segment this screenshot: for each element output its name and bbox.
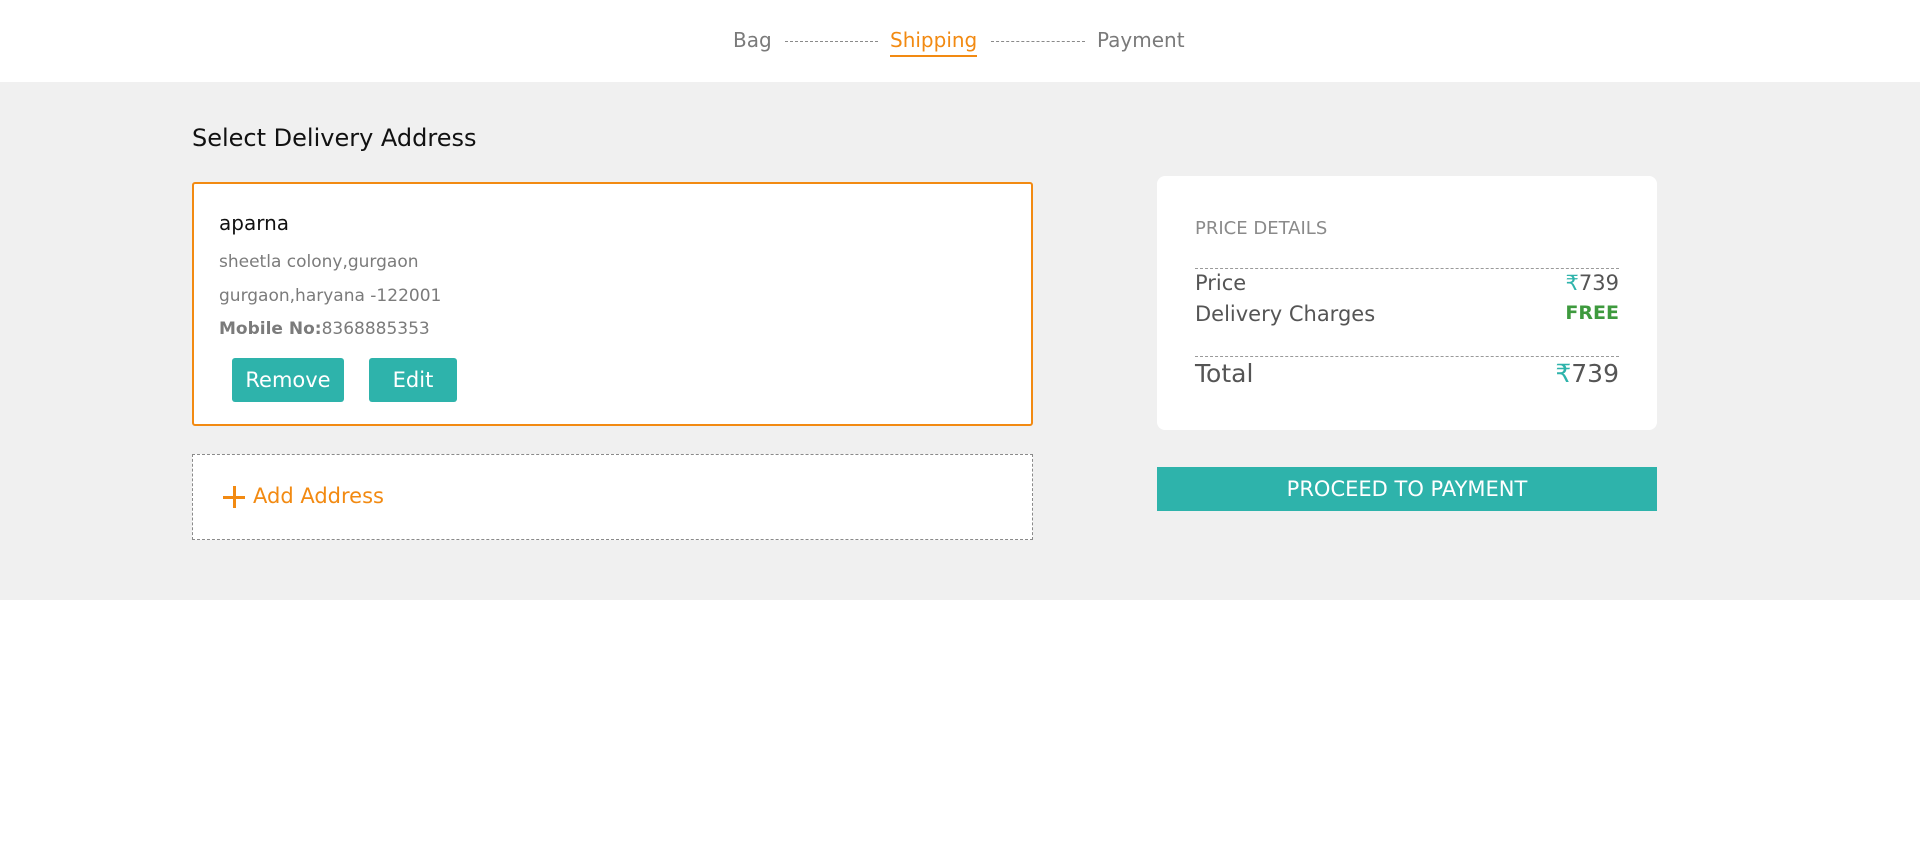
- checkout-stepper: Bag Shipping Payment: [0, 0, 1920, 82]
- page-title: Select Delivery Address: [192, 124, 477, 152]
- step-connector: [785, 41, 878, 42]
- step-connector: [991, 41, 1085, 42]
- price-details-title: PRICE DETAILS: [1195, 218, 1328, 239]
- price-details-card: PRICE DETAILS Price ₹739 Delivery Charge…: [1157, 176, 1657, 430]
- price-value: ₹739: [1566, 271, 1619, 295]
- total-amount: 739: [1571, 359, 1619, 388]
- rupee-icon: ₹: [1555, 359, 1572, 388]
- address-line-1: sheetla colony,gurgaon: [219, 252, 419, 272]
- edit-address-button[interactable]: Edit: [369, 358, 457, 402]
- remove-address-button[interactable]: Remove: [232, 358, 344, 402]
- mobile-value: 8368885353: [321, 319, 430, 339]
- add-address-button[interactable]: Add Address: [192, 454, 1033, 540]
- delivery-value: FREE: [1565, 302, 1619, 324]
- price-row: Price ₹739: [1195, 271, 1619, 295]
- add-address-label: Add Address: [253, 484, 384, 508]
- total-value: ₹739: [1555, 359, 1619, 388]
- divider: [1195, 356, 1619, 357]
- step-payment[interactable]: Payment: [1097, 28, 1185, 52]
- address-line-2: gurgaon,haryana -122001: [219, 286, 442, 306]
- active-step-underline: [890, 55, 978, 57]
- rupee-icon: ₹: [1565, 271, 1579, 295]
- address-name: aparna: [219, 211, 290, 235]
- address-mobile: Mobile No:8368885353: [219, 319, 430, 339]
- price-label: Price: [1195, 271, 1247, 295]
- total-row: Total ₹739: [1195, 359, 1619, 388]
- proceed-to-payment-button[interactable]: PROCEED TO PAYMENT: [1157, 467, 1657, 511]
- address-card[interactable]: aparna sheetla colony,gurgaon gurgaon,ha…: [192, 182, 1033, 426]
- total-label: Total: [1195, 359, 1254, 388]
- mobile-label: Mobile No:: [219, 319, 322, 339]
- price-amount: 739: [1578, 271, 1619, 295]
- divider: [1195, 268, 1619, 269]
- step-shipping-label: Shipping: [890, 28, 978, 52]
- step-shipping[interactable]: Shipping: [890, 28, 978, 57]
- step-bag[interactable]: Bag: [733, 28, 772, 52]
- plus-icon: [223, 486, 245, 508]
- delivery-label: Delivery Charges: [1195, 302, 1376, 326]
- delivery-row: Delivery Charges FREE: [1195, 302, 1619, 326]
